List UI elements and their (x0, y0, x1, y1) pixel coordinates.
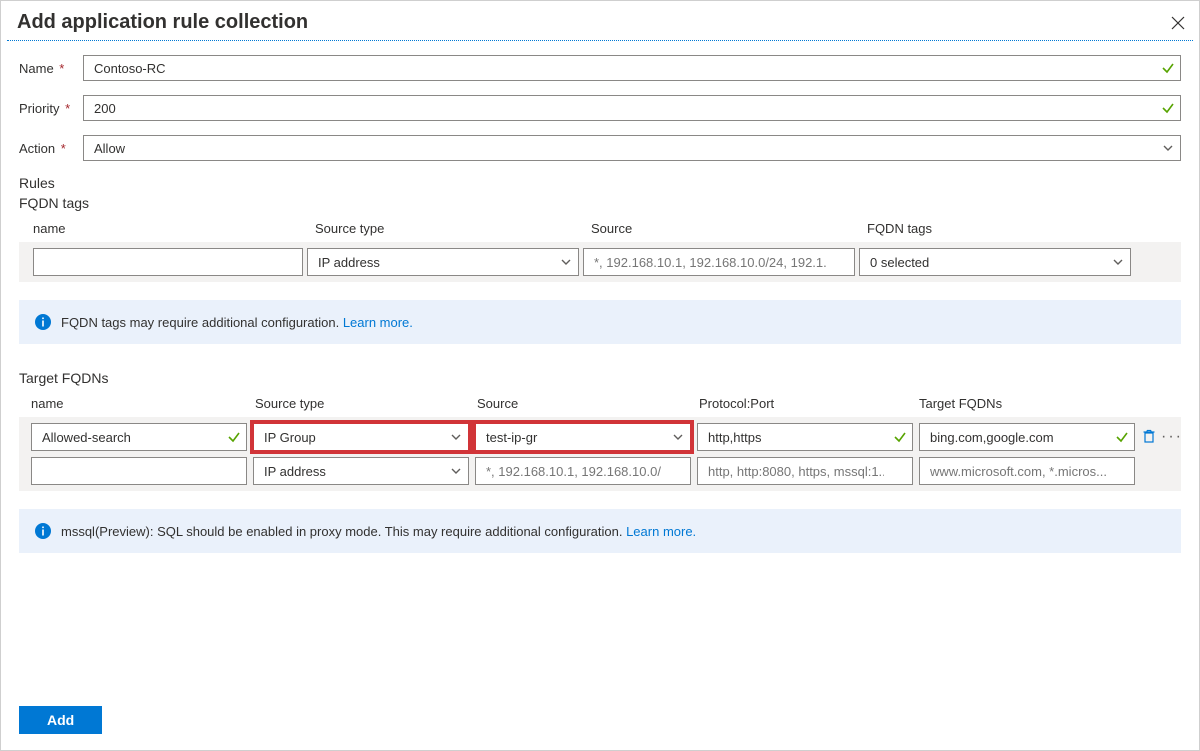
info-text: mssql(Preview): SQL should be enabled in… (61, 524, 626, 539)
fqdn-tags-info: FQDN tags may require additional configu… (19, 300, 1181, 344)
tcol-source-type: Source type (255, 396, 477, 411)
trash-icon[interactable] (1141, 428, 1157, 447)
tcol-protocol: Protocol:Port (699, 396, 919, 411)
col-source-type: Source type (315, 221, 591, 236)
info-icon (35, 523, 51, 539)
action-select[interactable]: Allow (83, 135, 1181, 161)
tags-fqdn-select[interactable]: 0 selected (859, 248, 1131, 276)
rules-label: Rules (19, 175, 1181, 191)
info-text: FQDN tags may require additional configu… (61, 315, 343, 330)
name-input[interactable] (83, 55, 1181, 81)
target-source-input[interactable] (475, 457, 691, 485)
tcol-targets: Target FQDNs (919, 396, 1141, 411)
target-fqdns-title: Target FQDNs (19, 370, 1181, 386)
target-protocol-input[interactable] (697, 423, 913, 451)
more-icon[interactable]: ··· (1161, 428, 1183, 446)
target-fqdns-input[interactable] (919, 457, 1135, 485)
target-fqdns-info: mssql(Preview): SQL should be enabled in… (19, 509, 1181, 553)
fqdn-tags-title: FQDN tags (19, 195, 1181, 211)
name-label: Name * (19, 61, 83, 76)
target-source-type-select[interactable]: IP address (253, 457, 469, 485)
close-icon[interactable] (1171, 16, 1185, 30)
target-name-input[interactable] (31, 457, 247, 485)
action-label: Action * (19, 141, 83, 156)
target-row: IP Group test-ip-gr (31, 423, 1169, 451)
panel-title: Add application rule collection (17, 11, 308, 34)
add-button[interactable]: Add (19, 706, 102, 734)
col-fqdn-tags: FQDN tags (867, 221, 1143, 236)
fqdn-tags-header: name Source type Source FQDN tags (19, 221, 1181, 236)
tags-source-type-select[interactable]: IP address (307, 248, 579, 276)
target-source-select[interactable]: test-ip-gr (475, 423, 691, 451)
tcol-source: Source (477, 396, 699, 411)
learn-more-link[interactable]: Learn more. (626, 524, 696, 539)
target-fqdns-input[interactable] (919, 423, 1135, 451)
learn-more-link[interactable]: Learn more. (343, 315, 413, 330)
target-protocol-input[interactable] (697, 457, 913, 485)
col-source: Source (591, 221, 867, 236)
priority-label: Priority * (19, 101, 83, 116)
tags-source-input[interactable] (583, 248, 855, 276)
target-name-input[interactable] (31, 423, 247, 451)
priority-input[interactable] (83, 95, 1181, 121)
target-row: IP address (31, 457, 1169, 485)
target-fqdns-header: name Source type Source Protocol:Port Ta… (19, 396, 1181, 411)
target-source-type-select[interactable]: IP Group (253, 423, 469, 451)
tcol-name: name (31, 396, 255, 411)
fqdn-tags-row: IP address 0 selected (19, 242, 1181, 282)
tags-name-input[interactable] (33, 248, 303, 276)
info-icon (35, 314, 51, 330)
col-name: name (33, 221, 315, 236)
